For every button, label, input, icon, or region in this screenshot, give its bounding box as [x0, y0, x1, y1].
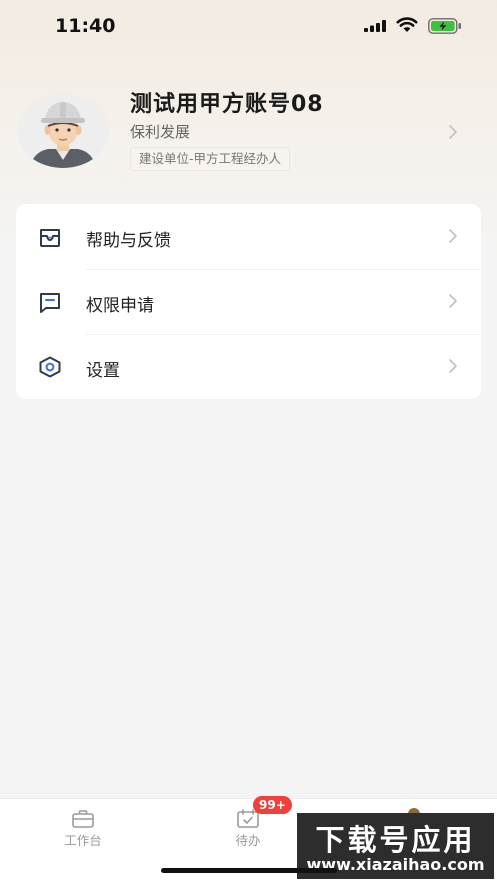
watermark-main-text: 下载号应用	[315, 823, 476, 857]
menu-item-label: 权限申请	[86, 296, 154, 316]
message-box-icon	[40, 229, 60, 247]
company-name: 保利发展	[130, 123, 191, 141]
chevron-right-icon	[449, 294, 457, 308]
chevron-right-icon	[449, 359, 457, 373]
profile-chevron-right-icon[interactable]	[448, 124, 458, 140]
status-bar: 11:40	[0, 0, 497, 52]
battery-icon	[428, 18, 461, 34]
menu-item-label: 设置	[86, 361, 120, 381]
briefcase-icon	[72, 810, 94, 828]
menu-item-settings[interactable]: 设置	[16, 334, 481, 399]
menu-item-label: 帮助与反馈	[86, 231, 171, 251]
profile-name: 测试用甲方账号08	[130, 92, 324, 117]
todo-count-badge: 99+	[253, 796, 292, 814]
chevron-right-icon	[449, 229, 457, 243]
tab-workbench[interactable]: 工作台	[23, 799, 143, 859]
home-indicator[interactable]	[161, 868, 337, 873]
menu-item-permission-request[interactable]: 权限申请	[16, 269, 481, 334]
tab-label: 工作台	[64, 833, 102, 848]
settings-hexagon-icon	[39, 356, 61, 378]
menu-card: 帮助与反馈 权限申请 设置	[16, 204, 481, 399]
avatar[interactable]	[16, 94, 110, 168]
status-time: 11:40	[55, 15, 116, 37]
wifi-icon	[396, 17, 418, 32]
tab-label: 待办	[235, 833, 261, 848]
menu-item-help-feedback[interactable]: 帮助与反馈	[16, 204, 481, 269]
role-badge: 建设单位-甲方工程经办人	[130, 147, 291, 171]
signal-icon	[364, 20, 386, 32]
flag-bookmark-icon	[40, 293, 60, 313]
